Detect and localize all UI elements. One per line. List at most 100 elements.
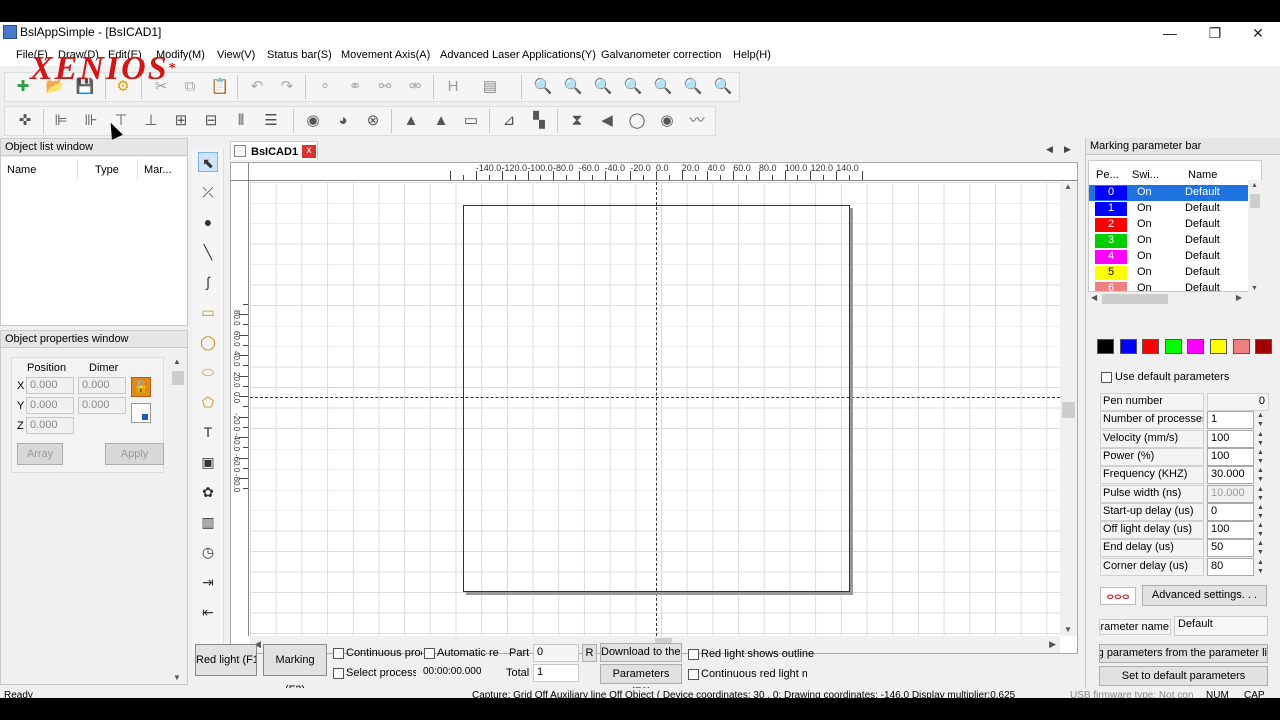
node-join-icon[interactable]: ⚮ (405, 77, 425, 97)
color-swatch[interactable] (1187, 339, 1205, 354)
props-scrollbar[interactable]: ▲ ▼ (171, 357, 185, 682)
undo-icon[interactable]: ↶ (247, 77, 267, 97)
param-spinner[interactable]: ▲ ▼ (1255, 430, 1266, 448)
distribute-h-icon[interactable]: ⫴ (231, 111, 251, 131)
image-tool-icon[interactable]: ▣ (198, 452, 218, 472)
barcode-tool-icon[interactable]: ▥ (198, 512, 218, 532)
menu-status-bar[interactable]: Status bar(S) (267, 49, 332, 61)
pen-row[interactable]: 5 On Default (1089, 265, 1249, 281)
zoom-select-icon[interactable]: 🔍 (683, 77, 703, 97)
marking-button[interactable]: Marking (F2) (263, 644, 327, 696)
select-tool-icon[interactable]: ⬉ (198, 152, 218, 172)
distribute-v-icon[interactable]: ☰ (261, 111, 281, 131)
mirror-icon[interactable]: ⧗ (567, 111, 587, 131)
color-swatch[interactable] (1210, 339, 1227, 354)
center-icon[interactable]: ✜ (15, 111, 35, 131)
zoom-fit-icon[interactable]: 🔍 (623, 77, 643, 97)
param-value[interactable]: 80 (1207, 557, 1254, 576)
color-swatch[interactable] (1164, 339, 1182, 354)
automatic-checkbox[interactable] (424, 648, 435, 659)
pen-table[interactable]: Pe... Swi... Name 0 On Default 1 On Default 2 O… (1088, 160, 1262, 292)
set-default-parameters-button[interactable]: Set to default parameters (1099, 666, 1268, 686)
menu-view[interactable]: View(V) (217, 49, 255, 61)
unlock-icon[interactable]: ▲ (431, 111, 451, 131)
total-field[interactable]: 1 (533, 664, 579, 682)
node-tool-icon[interactable]: ⤫ (198, 182, 218, 202)
param-value[interactable]: 100 (1207, 521, 1254, 540)
advanced-settings-button[interactable]: Advanced settings. . . (1142, 585, 1267, 606)
apply-button[interactable]: Apply (105, 443, 164, 465)
param-spinner[interactable]: ▲ ▼ (1255, 521, 1266, 539)
drawing-canvas[interactable] (250, 182, 1060, 636)
align-vcenter-icon[interactable]: ⊟ (201, 111, 221, 131)
paste-icon[interactable]: 📋 (210, 77, 230, 97)
ellipse-tool-icon[interactable]: ⬭ (198, 362, 218, 382)
pen-table-hscroll[interactable]: ◀ ▶ (1088, 292, 1262, 306)
align-hcenter-icon[interactable]: ⊞ (171, 111, 191, 131)
close-button[interactable]: ✕ (1236, 22, 1280, 44)
select-processing-checkbox[interactable] (333, 668, 344, 679)
wave-icon[interactable]: 〰 (687, 111, 707, 131)
canvas-vscroll[interactable]: ▲ ▼ (1060, 182, 1077, 636)
circle-tool-icon[interactable]: ◯ (198, 332, 218, 352)
red-light-icon[interactable]: ◉ (303, 111, 323, 131)
group-icon[interactable]: ▭ (461, 111, 481, 131)
align-right-icon[interactable]: ⊪ (81, 111, 101, 131)
circle-text-icon[interactable]: ◯ (627, 111, 647, 131)
color-swatch[interactable] (1255, 339, 1273, 354)
param-value[interactable]: 100 (1207, 447, 1254, 466)
parameters-button[interactable]: Parameters (F3) (600, 664, 682, 698)
col-name[interactable]: Name (7, 164, 36, 176)
lock-ratio-icon[interactable]: 🔓 (131, 377, 151, 397)
rectangle-tool-icon[interactable]: ▭ (198, 302, 218, 322)
mark-icon[interactable]: ◕ (333, 111, 353, 131)
restore-button[interactable]: ❐ (1193, 22, 1237, 44)
download-to-board-button[interactable]: Download to the board (600, 643, 682, 662)
flat-icon[interactable]: ◀ (597, 111, 617, 131)
minimize-button[interactable]: — (1148, 22, 1192, 44)
stop-icon[interactable]: ⊗ (363, 111, 383, 131)
doc-tab[interactable]: BsICAD1 x (230, 141, 318, 160)
reset-part-button[interactable]: R (582, 644, 597, 662)
use-default-checkbox[interactable] (1101, 372, 1112, 383)
z-position-field[interactable]: 0.000 (26, 417, 74, 434)
red-light-button[interactable]: Red light (F1) (195, 644, 257, 676)
load-parameters-button[interactable]: Loading parameters from the parameter li (1099, 644, 1268, 663)
pen-row[interactable]: 2 On Default (1089, 217, 1249, 233)
pen-row[interactable]: 4 On Default (1089, 249, 1249, 265)
y-position-field[interactable]: 0.000 (26, 397, 74, 414)
param-value[interactable]: 0 (1207, 502, 1254, 521)
zoom-out-icon[interactable]: 🔍 (593, 77, 613, 97)
menu-galvanometer[interactable]: Galvanometer correction (601, 49, 721, 61)
color-swatch[interactable] (1232, 339, 1250, 354)
color-swatch[interactable] (1142, 339, 1160, 354)
menu-advanced-laser[interactable]: Advanced Laser Applications(Y) (440, 49, 596, 61)
col-mark[interactable]: Mar... (144, 164, 172, 176)
vector-file-tool-icon[interactable]: ✿ (198, 482, 218, 502)
param-spinner[interactable]: ▲ ▼ (1255, 411, 1266, 429)
dot-tool-icon[interactable]: ● (198, 212, 218, 232)
part-field[interactable]: 0 (533, 644, 579, 662)
x-dimension-field[interactable]: 0.000 (78, 377, 126, 394)
param-spinner[interactable]: ▲ ▼ (1255, 558, 1266, 576)
menu-help[interactable]: Help(H) (733, 49, 771, 61)
continuous-red-light-checkbox[interactable] (688, 669, 699, 680)
col-type[interactable]: Type (95, 164, 119, 176)
param-value[interactable]: 100 (1207, 429, 1254, 448)
param-spinner[interactable]: ▲ ▼ (1255, 485, 1266, 503)
pen-row[interactable]: 0 On Default (1089, 185, 1249, 201)
eye-icon[interactable]: ◉ (657, 111, 677, 131)
text-tool-icon[interactable]: T (198, 422, 218, 442)
color-swatch[interactable] (1119, 339, 1137, 354)
anchor-point-icon[interactable] (131, 403, 151, 423)
color-fill-icon[interactable]: ▚ (529, 111, 549, 131)
red-light-outline-checkbox[interactable] (688, 649, 699, 660)
array-button[interactable]: Array (17, 443, 63, 465)
y-dimension-field[interactable]: 0.000 (78, 397, 126, 414)
pen-row[interactable]: 6 On Default (1089, 281, 1249, 291)
pen-row[interactable]: 1 On Default (1089, 201, 1249, 217)
align-left-icon[interactable]: ⊫ (51, 111, 71, 131)
zoom-icon[interactable]: 🔍 (533, 77, 553, 97)
continuous-processing-checkbox[interactable] (333, 648, 344, 659)
object-list[interactable]: Name Type Mar... (1, 157, 187, 325)
